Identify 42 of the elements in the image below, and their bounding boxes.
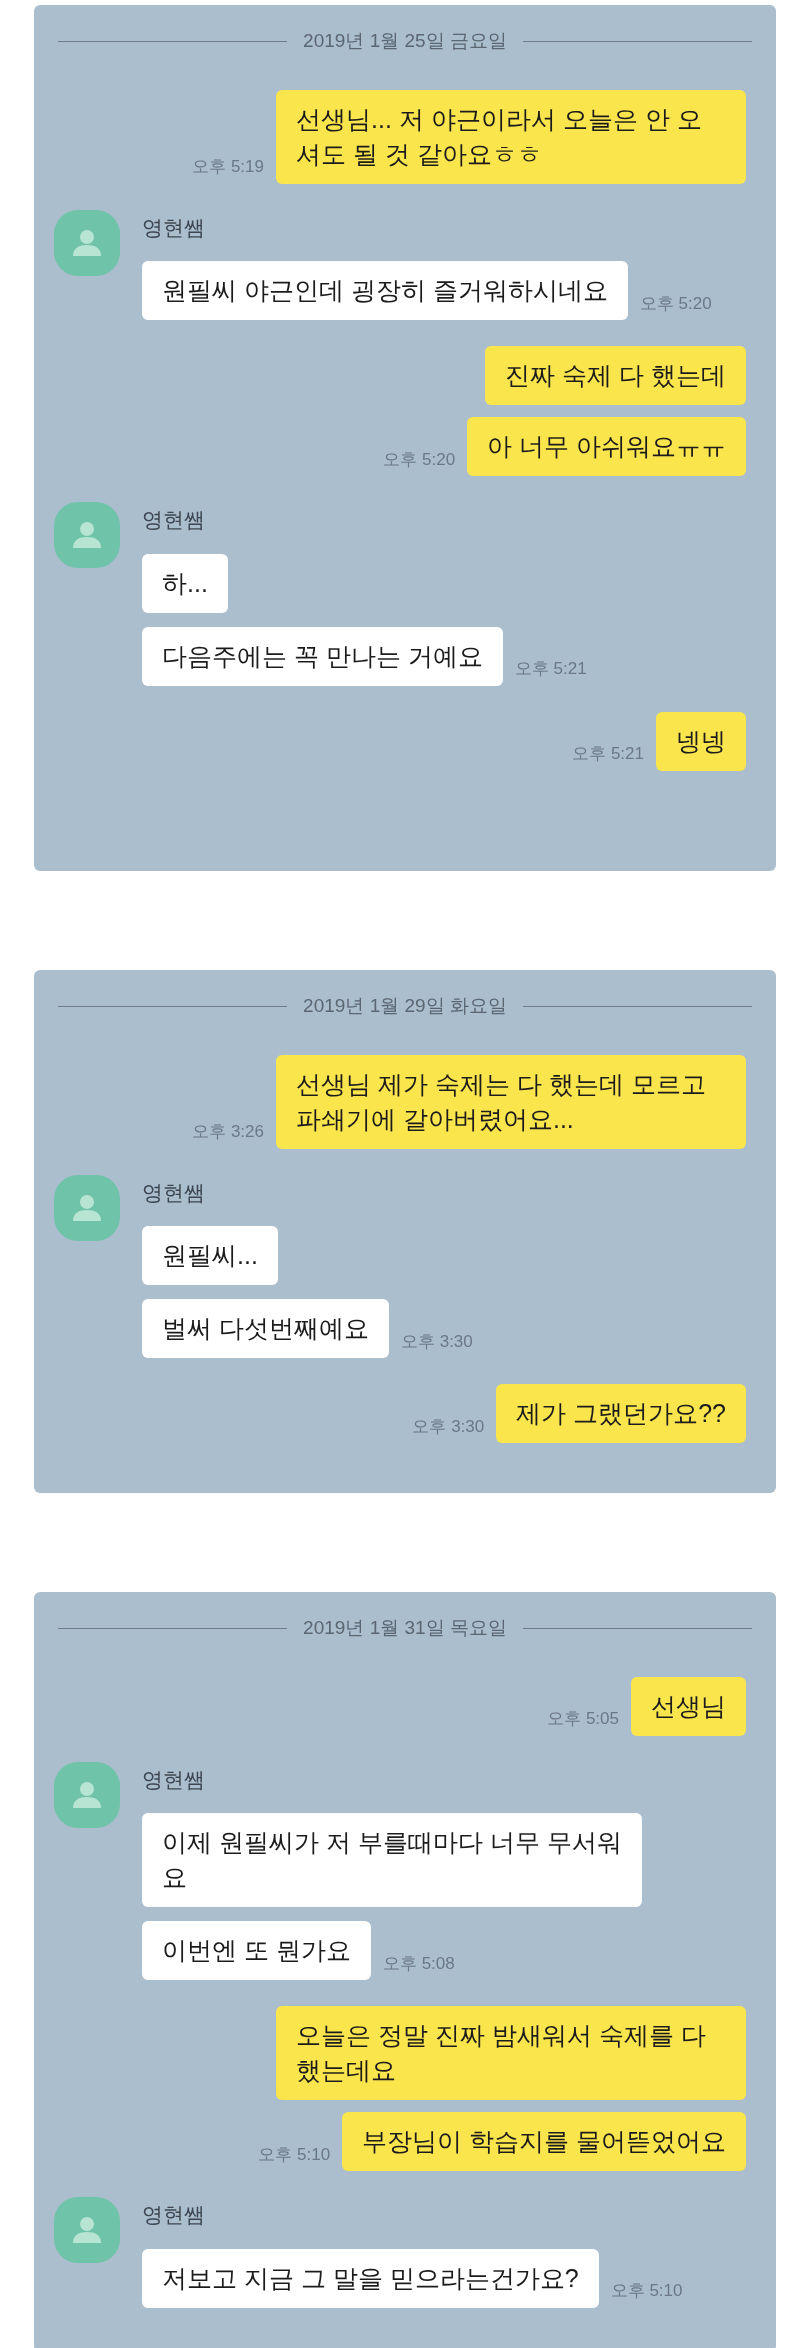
message-bubble: 제가 그랬던가요?? — [496, 1384, 746, 1443]
message-time: 오후 3:30 — [400, 1330, 473, 1353]
message-bubble: 오늘은 정말 진짜 밤새워서 숙제를 다 했는데요 — [276, 2006, 746, 2100]
message-bubble: 하... — [142, 553, 228, 613]
sender-name: 영현쌤 — [142, 1179, 206, 1206]
message-bubble: 넹넹 — [656, 711, 746, 771]
avatar-icon — [54, 1174, 120, 1241]
date-label: 2019년 1월 25일 금요일 — [303, 29, 507, 53]
message-bubble: 이번엔 또 뭔가요 — [142, 1921, 371, 1980]
message-bubble: 벌써 다섯번째예요 — [142, 1299, 389, 1358]
message-time: 오후 5:21 — [572, 743, 644, 765]
message-time: 오후 5:21 — [514, 658, 587, 680]
avatar-icon — [54, 1761, 120, 1828]
message-time: 오후 3:30 — [412, 1415, 485, 1438]
message-bubble: 아 너무 아쉬워요ㅠㅠ — [467, 417, 746, 476]
message-time: 오후 5:05 — [547, 1708, 619, 1730]
date-label: 2019년 1월 31일 목요일 — [303, 1616, 507, 1640]
message-time: 오후 5:10 — [610, 2280, 683, 2302]
message-time: 오후 5:20 — [639, 292, 712, 315]
avatar-icon — [54, 2197, 120, 2263]
message-time: 오후 5:19 — [192, 156, 264, 178]
message-bubble: 선생님... 저 야근이라서 오늘은 안 오셔도 될 것 같아요ㅎㅎ — [276, 89, 746, 184]
message-time: 오후 5:10 — [258, 2143, 331, 2166]
avatar-icon — [54, 502, 120, 568]
sender-name: 영현쌤 — [142, 1766, 206, 1793]
message-time: 오후 3:26 — [192, 1121, 264, 1143]
message-bubble: 원필씨 야근인데 굉장히 즐거워하시네요 — [142, 261, 628, 320]
sender-name: 영현쌤 — [142, 214, 206, 241]
avatar-icon — [54, 209, 120, 276]
message-bubble: 이제 원필씨가 저 부를때마다 너무 무서워요 — [142, 1813, 642, 1907]
message-bubble: 선생님 — [631, 1676, 746, 1736]
message-time: 오후 5:08 — [382, 1952, 455, 1975]
message-bubble: 다음주에는 꼭 만나는 거예요 — [142, 626, 503, 686]
sender-name: 영현쌤 — [142, 507, 206, 533]
message-time: 오후 5:20 — [383, 448, 456, 471]
message-bubble: 원필씨... — [142, 1226, 278, 1285]
date-label: 2019년 1월 29일 화요일 — [303, 994, 507, 1018]
message-bubble: 저보고 지금 그 말을 믿으라는건가요? — [142, 2248, 599, 2308]
message-bubble: 선생님 제가 숙제는 다 했는데 모르고 파쇄기에 갈아버렸어요... — [276, 1054, 746, 1149]
sender-name: 영현쌤 — [142, 2202, 206, 2228]
message-bubble: 부장님이 학습지를 물어뜯었어요 — [342, 2112, 746, 2171]
message-bubble: 진짜 숙제 다 했는데 — [485, 346, 746, 405]
